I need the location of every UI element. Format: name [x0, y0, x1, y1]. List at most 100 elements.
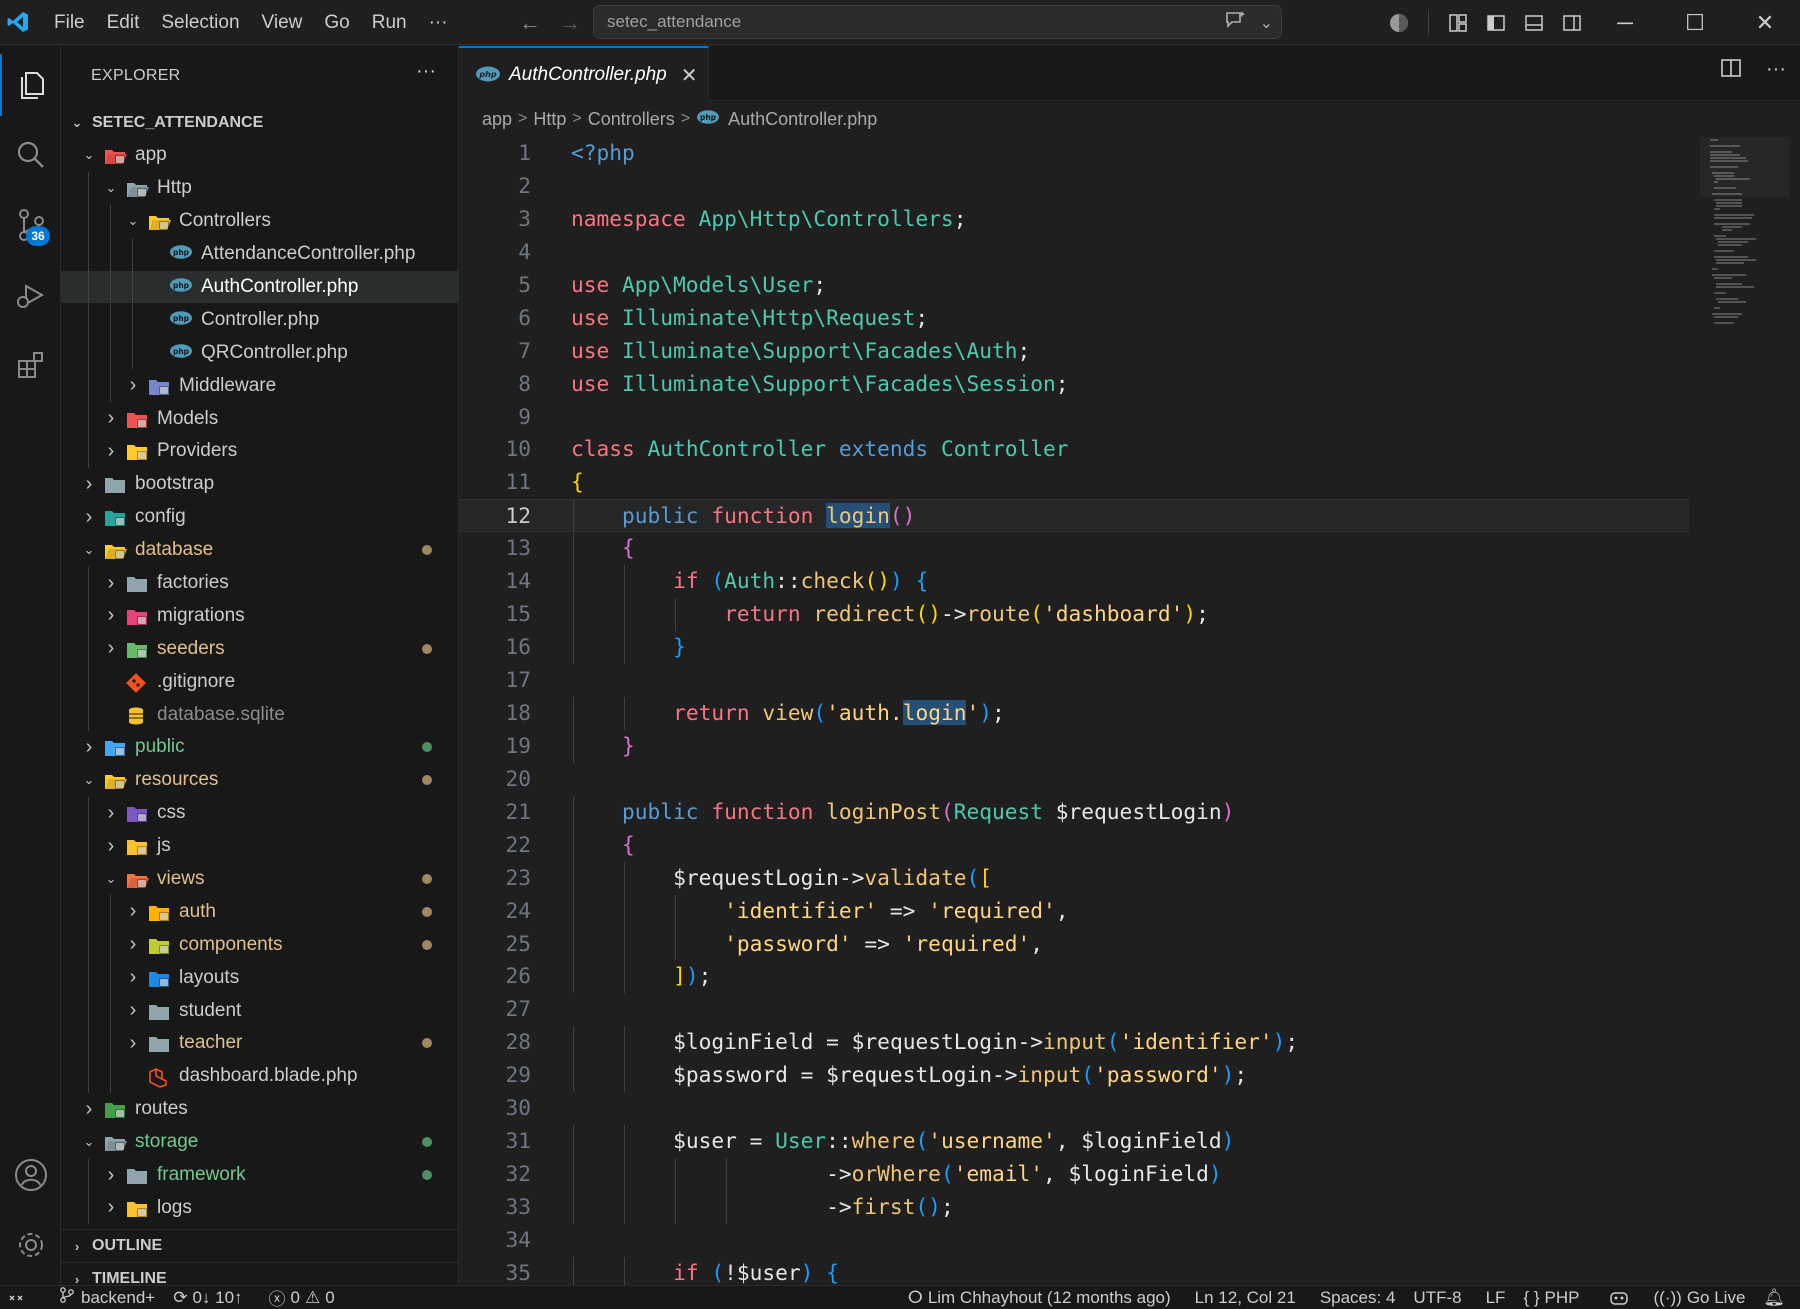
- chevron-right-icon[interactable]: ›: [101, 604, 121, 627]
- code-line[interactable]: 15 return redirect()->route('dashboard')…: [459, 598, 1689, 632]
- file-item[interactable]: php QRController.php: [61, 336, 458, 370]
- folder-item[interactable]: ⌄ app: [61, 139, 458, 172]
- code-line[interactable]: 18 return view('auth.login');: [459, 696, 1689, 730]
- run-debug-icon[interactable]: [0, 264, 61, 326]
- code-line[interactable]: 10 class AuthController extends Controlle…: [459, 433, 1689, 466]
- folder-item[interactable]: ⌄ Controllers: [61, 204, 458, 238]
- menu-view[interactable]: View: [251, 0, 314, 45]
- copilot-icon[interactable]: [1599, 1286, 1639, 1309]
- code-line[interactable]: 11 {: [459, 466, 1689, 499]
- chevron-right-icon[interactable]: ›: [123, 966, 143, 989]
- code-line[interactable]: 14 if (Auth::check()) {: [459, 565, 1689, 599]
- chevron-right-icon[interactable]: ›: [101, 1196, 121, 1219]
- file-item[interactable]: database.sqlite: [61, 698, 458, 732]
- folder-item[interactable]: ⌄ storage: [61, 1126, 458, 1159]
- git-blame[interactable]: ⵔ Lim Chhayhout (12 months ago): [899, 1286, 1180, 1309]
- code-line[interactable]: 1 <?php: [459, 137, 1689, 170]
- settings-gear-icon[interactable]: [0, 1214, 61, 1276]
- minimize-icon[interactable]: ─: [1590, 0, 1660, 45]
- code-line[interactable]: 5 use App\Models\User;: [459, 269, 1689, 302]
- breadcrumb-file[interactable]: AuthController.php: [728, 109, 877, 130]
- code-editor[interactable]: 1 <?php 2 3 namespace App\Http\Controllers; 4…: [459, 137, 1689, 1290]
- folder-item[interactable]: ⌄ Http: [61, 171, 458, 205]
- code-line[interactable]: 21 public function loginPost(Request $re…: [459, 795, 1689, 829]
- account-icon[interactable]: [0, 1144, 61, 1206]
- code-line[interactable]: 17: [459, 664, 1689, 697]
- folder-item[interactable]: › auth: [61, 895, 458, 929]
- chevron-right-icon[interactable]: ›: [79, 736, 99, 759]
- close-icon[interactable]: ✕: [681, 63, 698, 88]
- language-mode[interactable]: { } PHP: [1514, 1286, 1588, 1309]
- chevron-right-icon[interactable]: ›: [79, 1098, 99, 1121]
- file-item[interactable]: .gitignore: [61, 665, 458, 699]
- menu-edit[interactable]: Edit: [96, 0, 151, 45]
- breadcrumb-http[interactable]: Http: [533, 109, 566, 130]
- code-line[interactable]: 4: [459, 236, 1689, 269]
- source-control-icon[interactable]: 36: [0, 194, 61, 256]
- menu-more[interactable]: ···: [418, 0, 459, 45]
- folder-item[interactable]: › framework: [61, 1158, 458, 1192]
- file-item[interactable]: php AuthController.php: [61, 270, 458, 304]
- code-line[interactable]: 24 'identifier' => 'required',: [459, 894, 1689, 928]
- code-line[interactable]: 32 ->orWhere('email', $loginField): [459, 1158, 1689, 1191]
- tab-authcontroller[interactable]: php AuthController.php ✕: [459, 46, 709, 102]
- folder-item[interactable]: › css: [61, 796, 458, 830]
- code-line[interactable]: 26 ]);: [459, 960, 1689, 994]
- chevron-right-icon[interactable]: ›: [101, 1164, 121, 1187]
- outline-section[interactable]: › OUTLINE: [61, 1229, 458, 1262]
- editor-more-icon[interactable]: ···: [1766, 58, 1786, 84]
- code-line[interactable]: 3 namespace App\Http\Controllers;: [459, 203, 1689, 236]
- chevron-right-icon[interactable]: ›: [101, 637, 121, 660]
- code-line[interactable]: 27: [459, 993, 1689, 1026]
- menu-selection[interactable]: Selection: [150, 0, 250, 45]
- menu-run[interactable]: Run: [361, 0, 418, 45]
- code-line[interactable]: 22 {: [459, 828, 1689, 862]
- indentation[interactable]: Spaces: 4: [1311, 1286, 1405, 1309]
- folder-item[interactable]: › routes: [61, 1093, 458, 1126]
- folder-item[interactable]: › logs: [61, 1191, 458, 1225]
- folder-item[interactable]: ⌄ resources: [61, 764, 458, 797]
- chevron-right-icon[interactable]: ›: [123, 374, 143, 397]
- folder-item[interactable]: ⌄ views: [61, 862, 458, 896]
- git-branch[interactable]: backend+: [49, 1286, 164, 1309]
- folder-item[interactable]: › seeders: [61, 632, 458, 666]
- folder-item[interactable]: › components: [61, 928, 458, 962]
- encoding[interactable]: UTF-8: [1404, 1286, 1470, 1309]
- code-line[interactable]: 28 $loginField = $requestLogin->input('i…: [459, 1026, 1689, 1060]
- code-line[interactable]: 31 $user = User::where('username', $logi…: [459, 1125, 1689, 1159]
- code-line[interactable]: 34: [459, 1224, 1689, 1257]
- code-line[interactable]: 6 use Illuminate\Http\Request;: [459, 302, 1689, 335]
- chevron-down-icon[interactable]: ⌄: [101, 871, 121, 887]
- chevron-right-icon[interactable]: ›: [79, 506, 99, 529]
- toggle-secondary-sidebar-icon[interactable]: [1553, 0, 1591, 45]
- minimap[interactable]: [1700, 137, 1790, 417]
- chevron-down-icon[interactable]: ⌄: [79, 1134, 99, 1150]
- code-line[interactable]: 20: [459, 763, 1689, 796]
- chevron-right-icon[interactable]: ›: [101, 440, 121, 463]
- toggle-primary-sidebar-icon[interactable]: [1477, 0, 1515, 45]
- chevron-down-icon[interactable]: ⌄: [1260, 13, 1273, 33]
- extensions-icon[interactable]: [0, 334, 61, 396]
- cursor-position[interactable]: Ln 12, Col 21: [1186, 1286, 1305, 1309]
- command-center-search[interactable]: setec_attendance ⌄: [593, 5, 1282, 39]
- code-line[interactable]: 30: [459, 1092, 1689, 1125]
- code-line[interactable]: 13 {: [459, 532, 1689, 566]
- menu-go[interactable]: Go: [313, 0, 360, 45]
- problems-status[interactable]: ⓧ 0 ⚠ 0: [260, 1286, 344, 1309]
- code-line[interactable]: 19 }: [459, 729, 1689, 763]
- end-of-line[interactable]: LF: [1477, 1286, 1515, 1309]
- folder-item[interactable]: › js: [61, 829, 458, 863]
- forward-arrow-icon[interactable]: →: [550, 10, 590, 36]
- chevron-right-icon[interactable]: ›: [101, 835, 121, 858]
- menu-file[interactable]: File: [43, 0, 96, 45]
- explorer-icon[interactable]: [0, 54, 61, 116]
- toggle-panel-icon[interactable]: [1515, 0, 1553, 45]
- file-item[interactable]: dashboard.blade.php: [61, 1059, 458, 1093]
- code-line[interactable]: 9: [459, 401, 1689, 434]
- explorer-more-icon[interactable]: ···: [416, 60, 436, 83]
- chevron-down-icon[interactable]: ⌄: [79, 772, 99, 788]
- file-item[interactable]: php Controller.php: [61, 303, 458, 337]
- folder-item[interactable]: › student: [61, 994, 458, 1028]
- folder-item[interactable]: › Models: [61, 402, 458, 436]
- folder-item[interactable]: › Providers: [61, 435, 458, 468]
